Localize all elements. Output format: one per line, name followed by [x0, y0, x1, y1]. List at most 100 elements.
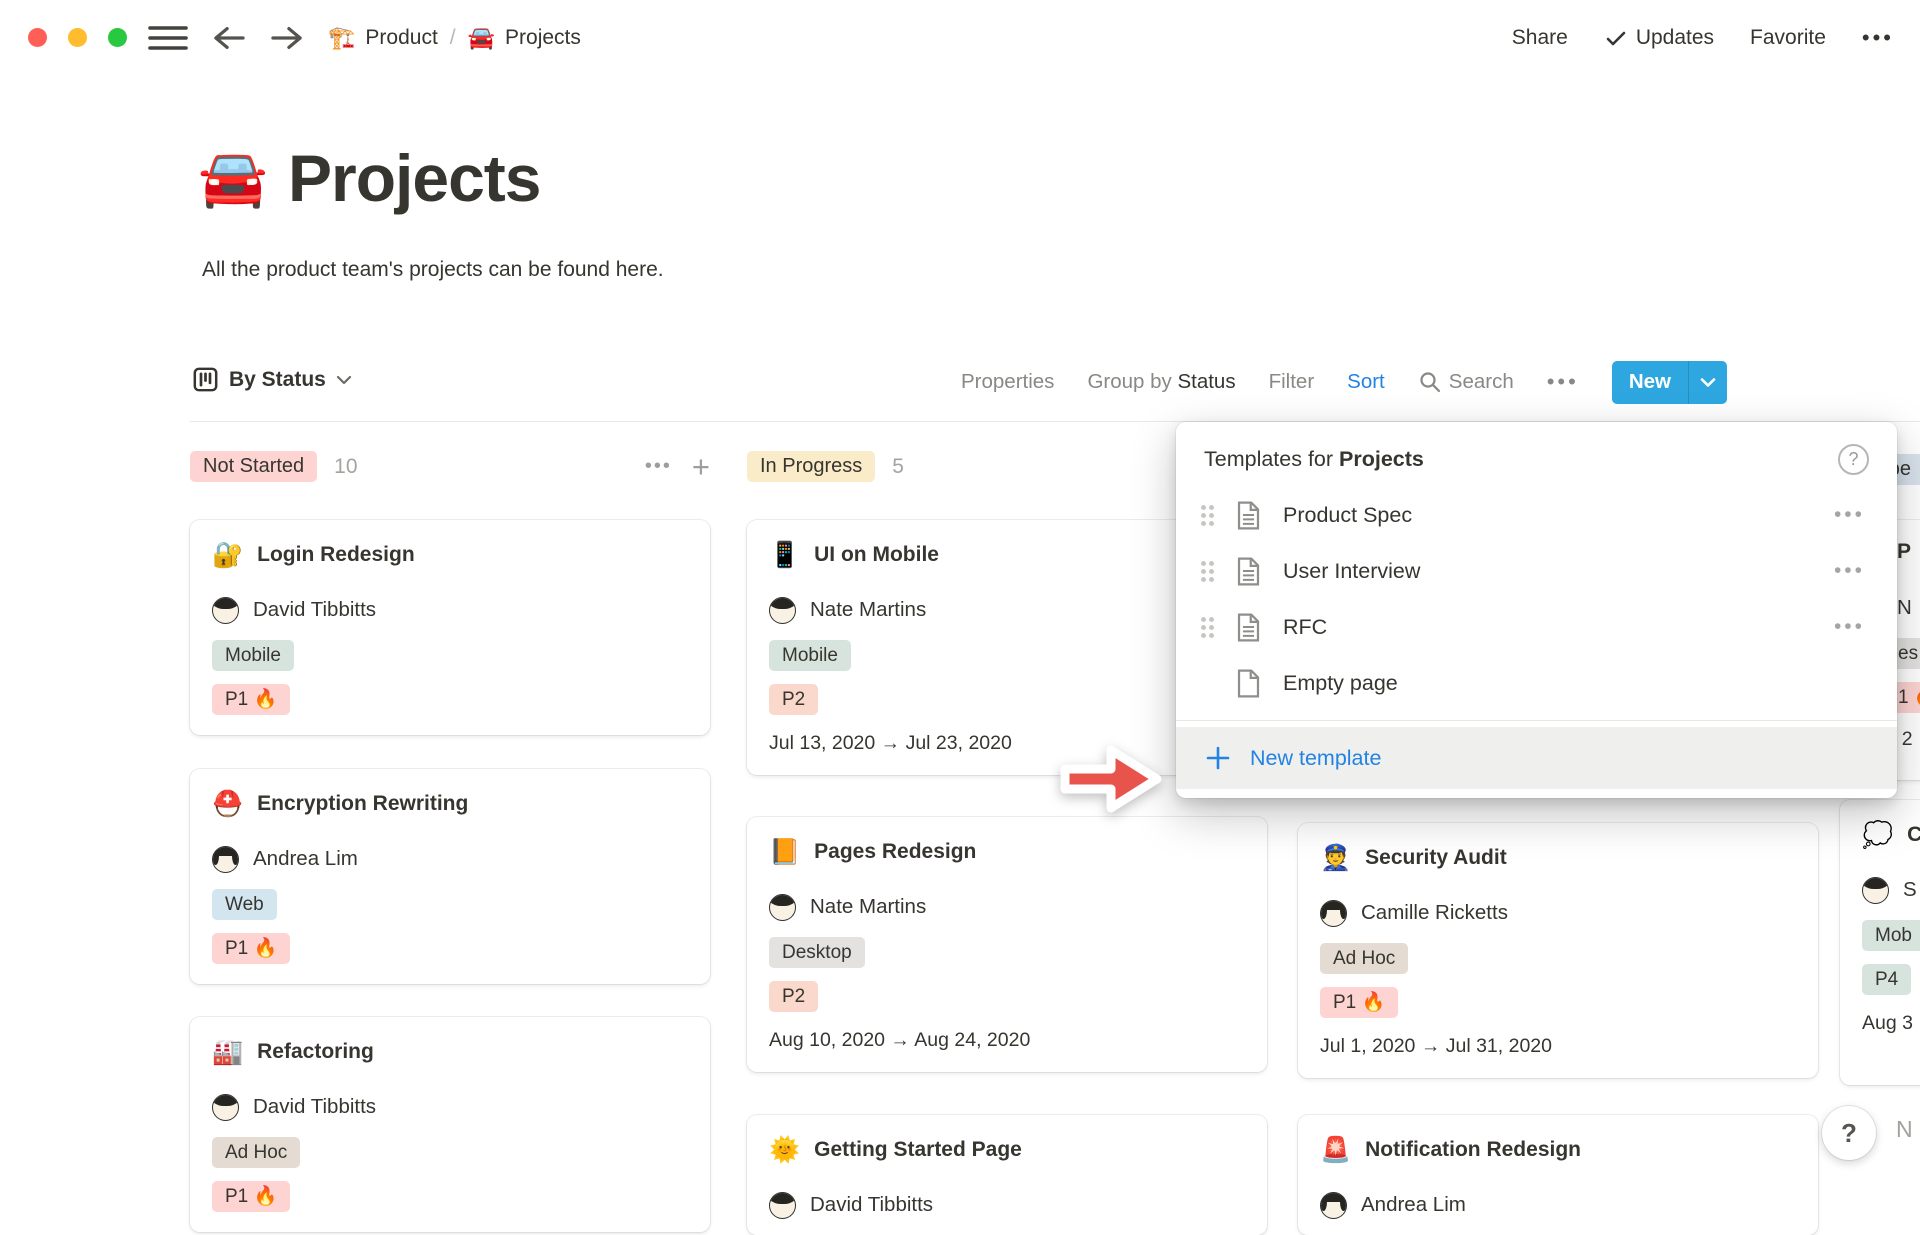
avatar [1862, 877, 1889, 904]
card-getting-started-page[interactable]: 🌞 Getting Started Page David Tibbitts [747, 1115, 1267, 1235]
card-notification-redesign[interactable]: 🚨Notification Redesign Andrea Lim [1298, 1115, 1818, 1235]
card-title-text: Login Redesign [257, 540, 415, 570]
helmet-emoji: ⛑️ [212, 792, 243, 817]
empty-page-icon [1236, 669, 1261, 698]
breadcrumb-product[interactable]: 🏗️ Product [328, 25, 438, 51]
sun-emoji: 🌞 [769, 1138, 800, 1163]
drag-handle-icon[interactable] [1200, 616, 1215, 639]
card-title-text: Refactoring [257, 1037, 374, 1067]
tag-web: Web [212, 889, 277, 920]
lock-emoji: 🔐 [212, 543, 243, 568]
tag-p1: P1 🔥 [212, 933, 290, 964]
popup-title-prefix: Templates for [1204, 447, 1339, 471]
card-title-fragment: C [1907, 820, 1920, 850]
drag-handle-icon[interactable] [1200, 560, 1215, 583]
assignee-name: David Tibbitts [253, 596, 376, 624]
phone-emoji: 📱 [769, 543, 800, 568]
thought-balloon-emoji: 💭 [1862, 823, 1893, 848]
assignee-name: David Tibbitts [810, 1191, 933, 1219]
tag-mobile: Mobile [212, 640, 294, 671]
document-icon [1236, 613, 1261, 642]
forward-icon[interactable] [270, 23, 304, 53]
template-item-user-interview[interactable]: User Interview ••• [1176, 543, 1897, 599]
card-security-audit[interactable]: 👮Security Audit Camille Ricketts Ad Hoc … [1298, 823, 1818, 1078]
status-badge-in-progress: In Progress [747, 451, 875, 482]
close-window-button[interactable] [28, 28, 47, 47]
page-title: Projects [288, 140, 540, 216]
drag-handle-icon[interactable] [1200, 504, 1215, 527]
avatar [1320, 900, 1347, 927]
group-by-button[interactable]: Group by Status [1087, 370, 1235, 394]
favorite-button[interactable]: Favorite [1750, 26, 1826, 50]
avatar [769, 1192, 796, 1219]
card-fragment-bottom[interactable]: 💭C S Mob P4 Aug 3 [1840, 800, 1920, 1085]
tag-fragment: Mob [1862, 920, 1920, 951]
more-options-icon[interactable]: ••• [1862, 25, 1894, 51]
breadcrumb-projects[interactable]: 🚘 Projects [468, 25, 581, 51]
card-title-text: UI on Mobile [814, 540, 939, 570]
view-more-icon[interactable]: ••• [1547, 369, 1579, 395]
card-login-redesign[interactable]: 🔐Login Redesign David Tibbitts Mobile P1… [190, 520, 710, 735]
assignee-name: Nate Martins [810, 596, 926, 624]
column-count: 10 [334, 455, 357, 479]
minimize-window-button[interactable] [68, 28, 87, 47]
template-more-icon[interactable]: ••• [1834, 559, 1865, 583]
new-dropdown-button[interactable] [1688, 361, 1727, 404]
page-description: All the product team's projects can be f… [202, 258, 664, 282]
car-emoji: 🚘 [468, 25, 495, 51]
tag-p2: P2 [769, 981, 818, 1012]
new-template-button[interactable]: New template [1176, 727, 1897, 789]
template-label: Empty page [1283, 671, 1398, 696]
assignee-name: David Tibbitts [253, 1093, 376, 1121]
updates-button[interactable]: Updates [1604, 26, 1714, 50]
view-selector[interactable]: By Status [192, 366, 352, 393]
tag-fragment: P4 [1862, 964, 1911, 995]
card-title-text: Notification Redesign [1365, 1135, 1581, 1165]
page-icon-emoji[interactable]: 🚘 [198, 150, 268, 206]
filter-button[interactable]: Filter [1269, 370, 1315, 394]
date-range: Aug 10, 2020 → Aug 24, 2020 [769, 1028, 1245, 1052]
help-button[interactable]: ? [1822, 1106, 1876, 1160]
card-title-fragment: P [1897, 540, 1911, 564]
template-label: RFC [1283, 615, 1327, 640]
template-item-rfc[interactable]: RFC ••• [1176, 599, 1897, 655]
sidebar-menu-icon[interactable] [148, 24, 188, 52]
avatar [212, 597, 239, 624]
tag-ad-hoc: Ad Hoc [212, 1137, 300, 1168]
card-encryption-rewriting[interactable]: ⛑️Encryption Rewriting Andrea Lim Web P1… [190, 769, 710, 984]
breadcrumb-label: Projects [505, 26, 581, 50]
tag-ad-hoc: Ad Hoc [1320, 943, 1408, 974]
card-title-text: Pages Redesign [814, 837, 976, 867]
template-more-icon[interactable]: ••• [1834, 503, 1865, 527]
sort-button[interactable]: Sort [1347, 370, 1385, 394]
avatar [769, 597, 796, 624]
popup-help-icon[interactable]: ? [1838, 444, 1869, 475]
share-button[interactable]: Share [1512, 26, 1568, 50]
back-icon[interactable] [212, 23, 246, 53]
zoom-window-button[interactable] [108, 28, 127, 47]
card-pages-redesign[interactable]: 📙Pages Redesign Nate Martins Desktop P2 … [747, 817, 1267, 1072]
column-add-icon[interactable]: + [692, 454, 710, 480]
column-new-item-fragment[interactable]: N [1896, 1116, 1913, 1143]
plus-icon [1205, 745, 1231, 771]
template-item-empty-page[interactable]: Empty page [1176, 655, 1897, 711]
police-officer-emoji: 👮 [1320, 846, 1351, 871]
card-title-text: Encryption Rewriting [257, 789, 468, 819]
assignee-fragment: S [1903, 876, 1917, 904]
new-button[interactable]: New [1612, 361, 1688, 404]
card-title-text: Getting Started Page [814, 1135, 1022, 1165]
template-item-product-spec[interactable]: Product Spec ••• [1176, 487, 1897, 543]
factory-emoji: 🏭 [212, 1040, 243, 1065]
search-button[interactable]: Search [1418, 370, 1514, 394]
column-more-icon[interactable]: ••• [645, 455, 672, 478]
document-icon [1236, 501, 1261, 530]
tag-p1: P1 🔥 [212, 1181, 290, 1212]
properties-button[interactable]: Properties [961, 370, 1054, 394]
template-more-icon[interactable]: ••• [1834, 615, 1865, 639]
board-view-icon [192, 366, 219, 393]
popup-header: Templates for Projects ? [1176, 444, 1897, 487]
window-controls [28, 28, 127, 47]
avatar [212, 1094, 239, 1121]
breadcrumb-label: Product [365, 26, 437, 50]
check-icon [1604, 26, 1628, 50]
